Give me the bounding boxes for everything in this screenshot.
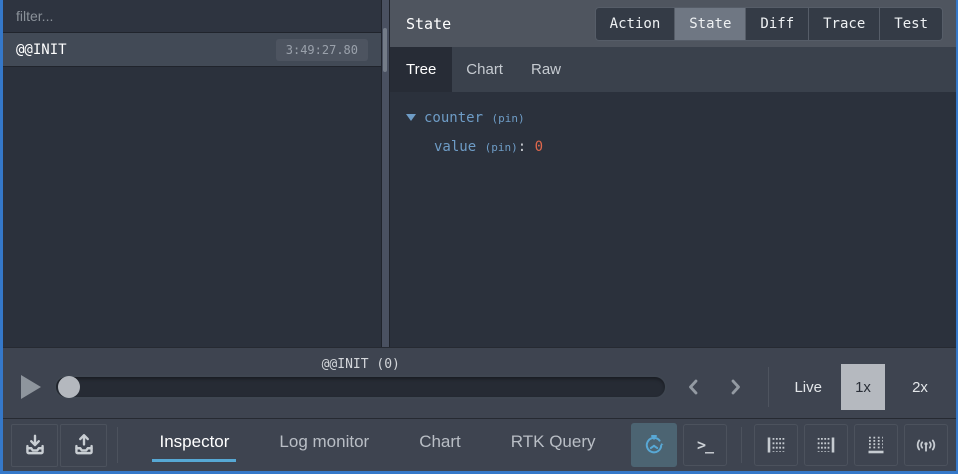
dock-left-icon	[764, 433, 788, 457]
collapse-arrow-icon[interactable]	[406, 114, 416, 121]
play-icon	[21, 375, 41, 399]
timeline-position-label: @@INIT (0)	[54, 357, 667, 372]
inspector-tab-group: Action State Diff Trace Test	[595, 7, 943, 41]
dispatcher-button[interactable]: >_	[683, 424, 727, 466]
chevron-left-icon	[682, 375, 706, 399]
main-panels: @@INIT 3:49:27.80 State Action State Dif…	[3, 0, 956, 347]
tree-key[interactable]: value	[434, 139, 476, 155]
dock-right-button[interactable]	[804, 424, 848, 466]
tab-log-monitor[interactable]: Log monitor	[272, 428, 376, 462]
panel-title: State	[406, 15, 451, 33]
action-name: @@INIT	[16, 42, 67, 58]
toolbar-divider	[741, 427, 742, 463]
remote-button[interactable]	[904, 424, 948, 466]
tab-chart[interactable]: Chart	[412, 428, 468, 462]
monitor-tabs: Inspector Log monitor Chart RTK Query	[124, 428, 631, 462]
state-tree-view: counter (pin) value (pin): 0	[390, 92, 956, 347]
tree-value[interactable]: 0	[535, 139, 543, 155]
toolbar-right-icons: >_	[631, 423, 948, 467]
live-button[interactable]: Live	[788, 379, 828, 396]
play-button[interactable]	[21, 375, 41, 399]
step-forward-button[interactable]	[721, 373, 749, 401]
dock-bottom-icon	[864, 433, 888, 457]
remote-broadcast-icon	[914, 433, 938, 457]
terminal-icon: >_	[697, 436, 713, 454]
subtab-tree[interactable]: Tree	[390, 47, 452, 92]
tab-test[interactable]: Test	[879, 8, 942, 40]
tree-pin-label: (pin)	[491, 112, 524, 125]
record-timer-button[interactable]	[631, 423, 677, 467]
tree-node-counter: counter (pin)	[406, 104, 940, 133]
view-subtabs: Tree Chart Raw	[390, 47, 956, 92]
step-back-button[interactable]	[680, 373, 708, 401]
bottom-toolbar: Inspector Log monitor Chart RTK Query >_	[3, 418, 956, 471]
dock-bottom-button[interactable]	[854, 424, 898, 466]
tree-colon: :	[518, 139, 526, 155]
subtab-chart[interactable]: Chart	[452, 47, 517, 92]
slider-thumb[interactable]	[58, 376, 80, 398]
export-button[interactable]	[60, 424, 107, 467]
panel-resizer[interactable]	[381, 0, 390, 347]
speed-2x-button[interactable]: 2x	[898, 364, 942, 410]
dock-left-button[interactable]	[754, 424, 798, 466]
tab-diff[interactable]: Diff	[745, 8, 808, 40]
speed-1x-button[interactable]: 1x	[841, 364, 885, 410]
export-icon	[71, 432, 97, 458]
tab-trace[interactable]: Trace	[808, 8, 879, 40]
devtools-app: @@INIT 3:49:27.80 State Action State Dif…	[0, 0, 958, 474]
filter-row	[3, 0, 381, 33]
import-button[interactable]	[11, 424, 58, 467]
toolbar-divider	[117, 427, 118, 463]
tab-action[interactable]: Action	[596, 8, 675, 40]
tree-node-value: value (pin): 0	[406, 133, 940, 162]
action-list-panel: @@INIT 3:49:27.80	[3, 0, 381, 347]
subtab-raw[interactable]: Raw	[517, 47, 575, 92]
stopwatch-icon	[642, 433, 666, 457]
timeline-slider[interactable]: @@INIT (0)	[54, 375, 667, 399]
resizer-handle-icon[interactable]	[383, 28, 387, 72]
chevron-right-icon	[723, 375, 747, 399]
dock-right-icon	[814, 433, 838, 457]
action-timestamp: 3:49:27.80	[276, 39, 368, 61]
tree-pin-label: (pin)	[485, 141, 518, 154]
inspector-panel: State Action State Diff Trace Test Tree …	[390, 0, 956, 347]
filter-input[interactable]	[3, 0, 381, 32]
slider-track[interactable]	[54, 375, 667, 399]
inspector-header: State Action State Diff Trace Test	[390, 0, 956, 47]
tab-rtk-query[interactable]: RTK Query	[504, 428, 603, 462]
tree-key[interactable]: counter	[424, 110, 483, 126]
playback-divider	[768, 367, 769, 407]
action-list-item[interactable]: @@INIT 3:49:27.80	[3, 33, 381, 67]
import-icon	[22, 432, 48, 458]
playback-bar: @@INIT (0) Live 1x 2x	[3, 347, 956, 418]
tab-inspector[interactable]: Inspector	[152, 428, 236, 462]
tab-state[interactable]: State	[674, 8, 745, 40]
